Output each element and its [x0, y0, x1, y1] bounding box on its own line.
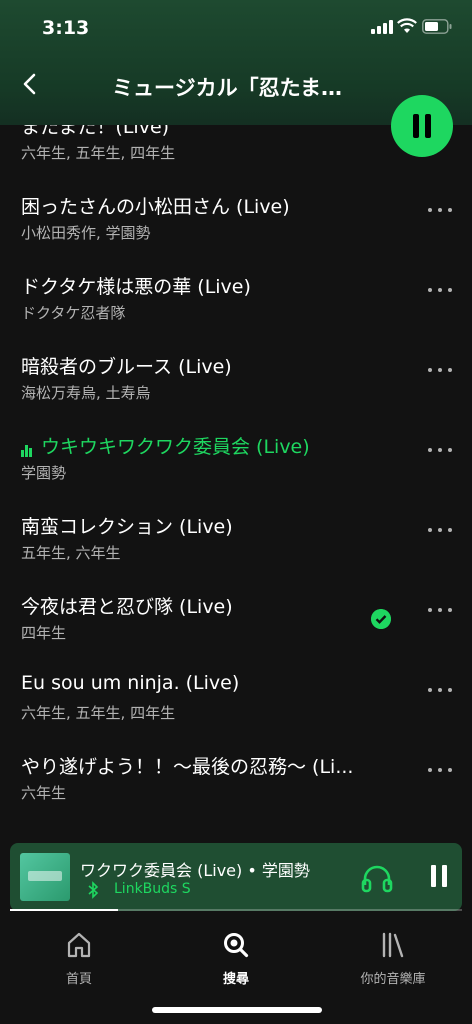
- track-artists: 六年生: [21, 784, 67, 802]
- track-title: 南蛮コレクション (Live): [21, 516, 233, 538]
- track-title: Eu sou um ninja. (Live): [21, 672, 240, 694]
- more-options-icon[interactable]: [428, 286, 454, 294]
- library-icon: [382, 932, 404, 958]
- now-playing-title: ワクワク委員会 (Live) • 学園勢: [80, 861, 310, 880]
- track-artists: 海松万寿烏, 土寿烏: [21, 384, 151, 402]
- more-options-icon[interactable]: [428, 206, 454, 214]
- tab-search-label: 搜尋: [222, 972, 249, 987]
- status-bar: 3:13: [0, 0, 472, 56]
- track-artists: 小松田秀作, 学園勢: [21, 224, 151, 242]
- more-options-icon[interactable]: [428, 606, 454, 614]
- track-title: 暗殺者のブルース (Live): [21, 356, 232, 378]
- play-pause-button[interactable]: [391, 95, 453, 157]
- track-row[interactable]: 困ったさんの小松田さん (Live) 小松田秀作, 学園勢: [0, 192, 472, 272]
- more-options-icon[interactable]: [428, 366, 454, 374]
- track-artists: ドクタケ忍者隊: [21, 304, 126, 322]
- track-row[interactable]: 南蛮コレクション (Live) 五年生, 六年生: [0, 512, 472, 592]
- mini-player[interactable]: ワクワク委員会 (Live) • 学園勢 LinkBuds S: [10, 843, 462, 911]
- more-options-icon[interactable]: [428, 446, 454, 454]
- track-row[interactable]: ドクタケ様は悪の華 (Live) ドクタケ忍者隊: [0, 272, 472, 352]
- home-icon: [67, 932, 91, 958]
- track-title-text: ウキウキワクワク委員会 (Live): [41, 436, 310, 458]
- status-time: 3:13: [42, 17, 90, 39]
- downloaded-check-icon: [371, 609, 391, 629]
- headphones-icon[interactable]: [360, 861, 394, 895]
- equalizer-icon: [21, 435, 35, 457]
- track-row[interactable]: 暗殺者のブルース (Live) 海松万寿烏, 土寿烏: [0, 352, 472, 432]
- track-title: ドクタケ様は悪の華 (Live): [21, 276, 251, 298]
- track-row[interactable]: 今夜は君と忍び隊 (Live) 四年生: [0, 592, 472, 672]
- track-title: 困ったさんの小松田さん (Live): [21, 196, 290, 218]
- wifi-icon: [397, 18, 417, 33]
- tab-search[interactable]: 搜尋: [176, 930, 296, 990]
- tab-home-label: 首頁: [65, 972, 92, 987]
- page-title: ミュージカル「忍たま…: [112, 76, 342, 100]
- track-row-playing[interactable]: ウキウキワクワク委員会 (Live) 学園勢: [0, 432, 472, 512]
- mini-pause-button[interactable]: [428, 863, 450, 891]
- bluetooth-icon: [88, 881, 99, 899]
- album-art: [20, 853, 70, 901]
- track-row[interactable]: やり遂げよう！！～最後の忍務～ (Li... 六年生: [0, 752, 472, 832]
- more-options-icon[interactable]: [428, 686, 454, 694]
- track-artists: 四年生: [21, 624, 67, 642]
- tab-library-label: 你的音樂庫: [360, 972, 426, 987]
- track-artists: 五年生, 六年生: [21, 544, 121, 562]
- tab-library[interactable]: 你的音樂庫: [333, 930, 453, 990]
- playback-progress: [10, 909, 462, 911]
- track-title-playing: ウキウキワクワク委員会 (Live): [21, 432, 409, 459]
- home-indicator: [152, 1007, 322, 1013]
- search-icon: [224, 933, 249, 958]
- track-title: 今夜は君と忍び隊 (Live): [21, 596, 233, 618]
- connected-device: LinkBuds S: [114, 881, 191, 897]
- track-artists: 六年生, 五年生, 四年生: [21, 704, 176, 722]
- track-row[interactable]: Eu sou um ninja. (Live) 六年生, 五年生, 四年生: [0, 672, 472, 752]
- more-options-icon[interactable]: [428, 766, 454, 774]
- more-options-icon[interactable]: [428, 526, 454, 534]
- cellular-signal-icon: [371, 20, 393, 34]
- track-artists: 六年生, 五年生, 四年生: [21, 144, 176, 162]
- battery-icon: [422, 19, 452, 34]
- track-title: やり遂げよう！！～最後の忍務～ (Li...: [21, 756, 354, 778]
- back-arrow-icon[interactable]: [16, 68, 44, 100]
- track-artists: 学園勢: [21, 464, 67, 482]
- playback-progress-fill: [10, 909, 119, 911]
- tab-home[interactable]: 首頁: [19, 930, 139, 990]
